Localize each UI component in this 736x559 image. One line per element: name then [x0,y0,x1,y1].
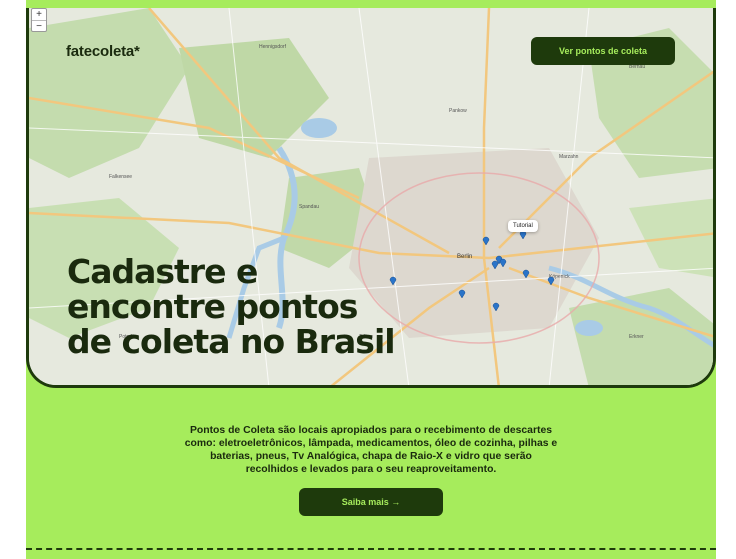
view-collection-points-button[interactable]: Ver pontos de coleta [531,37,675,65]
svg-text:Spandau: Spandau [299,204,319,210]
svg-text:Pankow: Pankow [449,108,467,114]
map-tooltip: Tutorial [508,220,538,232]
svg-text:Falkensee: Falkensee [109,174,132,180]
section-divider [26,548,716,550]
page: Hennigsdorf Pankow Falkensee Spandau Mar… [0,0,736,559]
brand-logo[interactable]: fatecoleta* [66,43,140,60]
svg-text:Marzahn: Marzahn [559,154,579,160]
zoom-in-button[interactable]: + [32,9,46,20]
map-city-label: Berlin [457,254,472,260]
map-zoom-control: + − [31,8,47,32]
svg-text:Hennigsdorf: Hennigsdorf [259,44,287,50]
learn-more-button[interactable]: Saiba mais → [299,488,443,516]
headline-line: encontre pontos [67,287,358,326]
headline-line: de coleta no Brasil [67,322,396,361]
hero-headline: Cadastre e encontre pontos de coleta no … [67,254,427,359]
collection-points-description: Pontos de Coleta são locais apropiados p… [184,425,558,475]
zoom-out-button[interactable]: − [32,20,46,32]
headline-line: Cadastre e [67,252,258,291]
svg-text:Erkner: Erkner [629,334,644,340]
